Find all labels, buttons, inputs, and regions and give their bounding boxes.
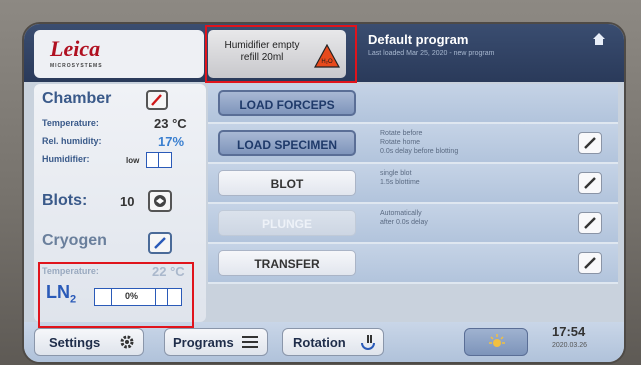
blots-label: Blots: bbox=[42, 192, 88, 209]
transfer-edit-button[interactable] bbox=[578, 252, 602, 274]
highlight-box-alert bbox=[205, 25, 357, 83]
rotation-label: Rotation bbox=[293, 335, 346, 350]
step-row: TRANSFER bbox=[208, 244, 618, 284]
blots-value: 10 bbox=[120, 194, 135, 209]
clock-time: 17:54 bbox=[552, 324, 586, 339]
highlight-box-ln2 bbox=[38, 262, 194, 328]
home-icon[interactable] bbox=[592, 32, 606, 46]
clock-date: 2020.03.26 bbox=[552, 342, 588, 349]
settings-label: Settings bbox=[49, 335, 101, 350]
humidity-label: Rel. humidity: bbox=[42, 136, 102, 146]
brand-name: Leica bbox=[50, 36, 101, 61]
rotation-button[interactable]: Rotation bbox=[282, 328, 384, 356]
light-icon bbox=[489, 334, 505, 347]
step-row: LOAD FORCEPS bbox=[208, 84, 618, 124]
load-specimen-button[interactable]: LOAD SPECIMEN bbox=[218, 130, 356, 156]
chamber-temperature-label: Temperature: bbox=[42, 118, 99, 128]
pencil-icon bbox=[151, 94, 162, 106]
humidifier-label: Humidifier: bbox=[42, 154, 90, 164]
pencil-icon bbox=[154, 237, 166, 249]
blot-button[interactable]: BLOT bbox=[218, 170, 356, 196]
chamber-edit-button[interactable] bbox=[146, 90, 168, 110]
plunge-description: Automatically after 0.0s delay bbox=[380, 210, 428, 226]
blots-cycle-button[interactable] bbox=[148, 190, 172, 212]
pencil-icon bbox=[584, 137, 596, 149]
humidifier-level: low bbox=[126, 156, 140, 165]
light-button[interactable] bbox=[464, 328, 528, 356]
plunge-edit-button[interactable] bbox=[578, 212, 602, 234]
blot-edit-button[interactable] bbox=[578, 172, 602, 194]
load-specimen-description: Rotate before Rotate home 0.0s delay bef… bbox=[380, 130, 459, 155]
settings-button[interactable]: Settings bbox=[34, 328, 144, 356]
list-icon bbox=[242, 336, 258, 348]
chamber-temperature-value: 23 °C bbox=[154, 116, 187, 131]
pencil-icon bbox=[584, 217, 596, 229]
programs-label: Programs bbox=[173, 335, 234, 350]
humidifier-bar-segment bbox=[158, 152, 172, 168]
brand-subtitle: MICROSYSTEMS bbox=[50, 63, 103, 69]
plunge-button[interactable]: PLUNGE bbox=[218, 210, 356, 236]
blot-description: single blot 1.5s blottime bbox=[380, 170, 420, 186]
chamber-title: Chamber bbox=[42, 90, 112, 107]
program-title: Default program bbox=[368, 32, 469, 47]
cryogen-edit-button[interactable] bbox=[148, 232, 172, 254]
load-forceps-button[interactable]: LOAD FORCEPS bbox=[218, 90, 356, 116]
step-row: PLUNGE Automatically after 0.0s delay bbox=[208, 204, 618, 244]
rotation-icon bbox=[361, 335, 375, 350]
load-specimen-edit-button[interactable] bbox=[578, 132, 602, 154]
cycle-arrows-icon bbox=[154, 195, 166, 207]
pencil-icon bbox=[584, 257, 596, 269]
programs-button[interactable]: Programs bbox=[164, 328, 268, 356]
step-row: BLOT single blot 1.5s blottime bbox=[208, 164, 618, 204]
cryogen-title: Cryogen bbox=[42, 232, 107, 249]
leica-logo: Leica MICROSYSTEMS bbox=[34, 30, 204, 78]
transfer-button[interactable]: TRANSFER bbox=[218, 250, 356, 276]
step-row: LOAD SPECIMEN Rotate before Rotate home … bbox=[208, 124, 618, 164]
humidity-value: 17% bbox=[158, 134, 185, 149]
program-subtitle: Last loaded Mar 25, 2020 - new program bbox=[368, 50, 495, 57]
bottom-bar: Settings Programs Rotation 17:54 2020.03… bbox=[24, 322, 624, 362]
pencil-icon bbox=[584, 177, 596, 189]
gear-icon bbox=[120, 335, 134, 349]
